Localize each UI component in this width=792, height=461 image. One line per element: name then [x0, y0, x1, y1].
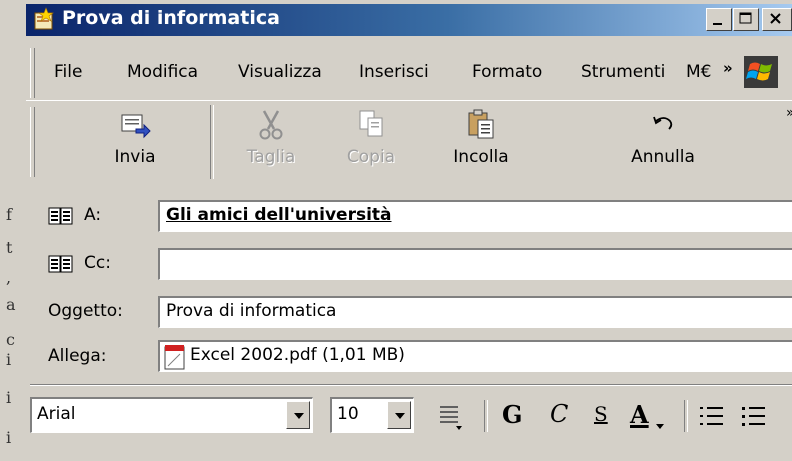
menu-messaggio-truncated[interactable]: M€	[686, 62, 711, 82]
minimize-button[interactable]	[706, 8, 732, 31]
copy-icon	[359, 110, 383, 137]
format-separator	[484, 400, 488, 432]
background-char: i	[6, 388, 12, 407]
attachment-file[interactable]: Excel 2002.pdf (1,01 MB)	[190, 345, 405, 365]
font-select[interactable]: Arial	[30, 397, 313, 433]
cc-label: Cc:	[84, 253, 111, 273]
address-book-icon[interactable]	[48, 206, 74, 226]
background-char: a	[6, 295, 16, 314]
font-color-button[interactable]: A	[630, 400, 649, 429]
numbered-list-icon[interactable]	[698, 404, 726, 430]
cut-label: Taglia	[246, 147, 296, 167]
copy-label: Copia	[346, 147, 396, 167]
undo-label: Annulla	[631, 147, 695, 167]
undo-icon	[653, 116, 673, 130]
background-char: c	[6, 330, 15, 349]
cc-field[interactable]	[158, 248, 792, 280]
standard-toolbar: Invia Taglia Copia Incolla Annulla	[26, 100, 792, 185]
minimize-icon	[713, 23, 722, 25]
background-char: t	[6, 238, 13, 257]
attach-field[interactable]: Excel 2002.pdf (1,01 MB)	[158, 340, 792, 372]
subject-label: Oggetto:	[48, 301, 123, 321]
scissors-icon	[259, 110, 283, 140]
subject-value: Prova di informatica	[166, 301, 337, 321]
background-char: i	[6, 350, 12, 369]
menu-formato[interactable]: Formato	[472, 62, 542, 82]
font-size: 10	[337, 404, 359, 424]
bulleted-list-icon[interactable]	[740, 404, 768, 430]
send-button[interactable]: Invia	[80, 107, 190, 167]
font-size-select[interactable]: 10	[330, 397, 414, 433]
paste-button[interactable]: Incolla	[426, 107, 536, 167]
background-char: f	[6, 205, 12, 224]
size-dropdown-arrow[interactable]	[387, 401, 411, 429]
close-button[interactable]	[762, 8, 792, 31]
subject-field[interactable]: Prova di informatica	[158, 296, 792, 328]
menu-visualizza[interactable]: Visualizza	[238, 62, 322, 82]
menu-bar: File Modifica Visualizza Inserisci Forma…	[26, 40, 792, 100]
to-recipient[interactable]: Gli amici dell'università	[166, 205, 392, 225]
menu-inserisci[interactable]: Inserisci	[359, 62, 429, 82]
font-color-dropdown-icon[interactable]	[656, 424, 666, 432]
pdf-file-icon[interactable]	[164, 344, 186, 370]
paste-label: Incolla	[453, 147, 509, 167]
background-char: i	[6, 428, 12, 447]
background-window-edge: f t , a c i i i	[0, 0, 26, 461]
toolbar-overflow-chevron[interactable]: »	[786, 105, 792, 121]
menu-modifica[interactable]: Modifica	[127, 62, 198, 82]
attach-label: Allega:	[48, 346, 107, 366]
window-title: Prova di informatica	[62, 7, 280, 29]
copy-button[interactable]: Copia	[316, 107, 426, 167]
windows-logo-icon	[744, 56, 778, 88]
address-book-icon[interactable]	[48, 254, 74, 274]
paragraph-style-icon[interactable]	[436, 402, 466, 432]
new-message-icon[interactable]	[32, 7, 56, 31]
maximize-icon	[739, 12, 752, 24]
menu-grip[interactable]	[30, 48, 35, 98]
font-name: Arial	[37, 404, 76, 424]
title-bar[interactable]: Prova di informatica	[26, 4, 792, 36]
toolbar-separator	[210, 105, 214, 179]
menu-overflow-chevron[interactable]: »	[723, 59, 733, 77]
paste-icon	[468, 109, 494, 139]
format-separator	[684, 400, 688, 432]
undo-button[interactable]: Annulla	[608, 107, 718, 167]
send-label: Invia	[114, 147, 156, 167]
close-icon	[770, 13, 781, 24]
underline-button[interactable]: S	[594, 402, 608, 426]
to-label: A:	[84, 205, 102, 225]
font-dropdown-arrow[interactable]	[286, 401, 310, 429]
to-field[interactable]: Gli amici dell'università	[158, 200, 792, 232]
send-icon	[121, 114, 151, 139]
italic-button[interactable]: C	[550, 400, 568, 428]
menu-strumenti[interactable]: Strumenti	[581, 62, 665, 82]
maximize-button[interactable]	[733, 8, 759, 31]
format-bar-divider	[30, 384, 792, 386]
bold-button[interactable]: G	[502, 400, 523, 429]
cut-button[interactable]: Taglia	[216, 107, 326, 167]
menu-file[interactable]: File	[54, 62, 82, 82]
toolbar-grip[interactable]	[30, 107, 35, 177]
background-char: ,	[6, 268, 12, 287]
